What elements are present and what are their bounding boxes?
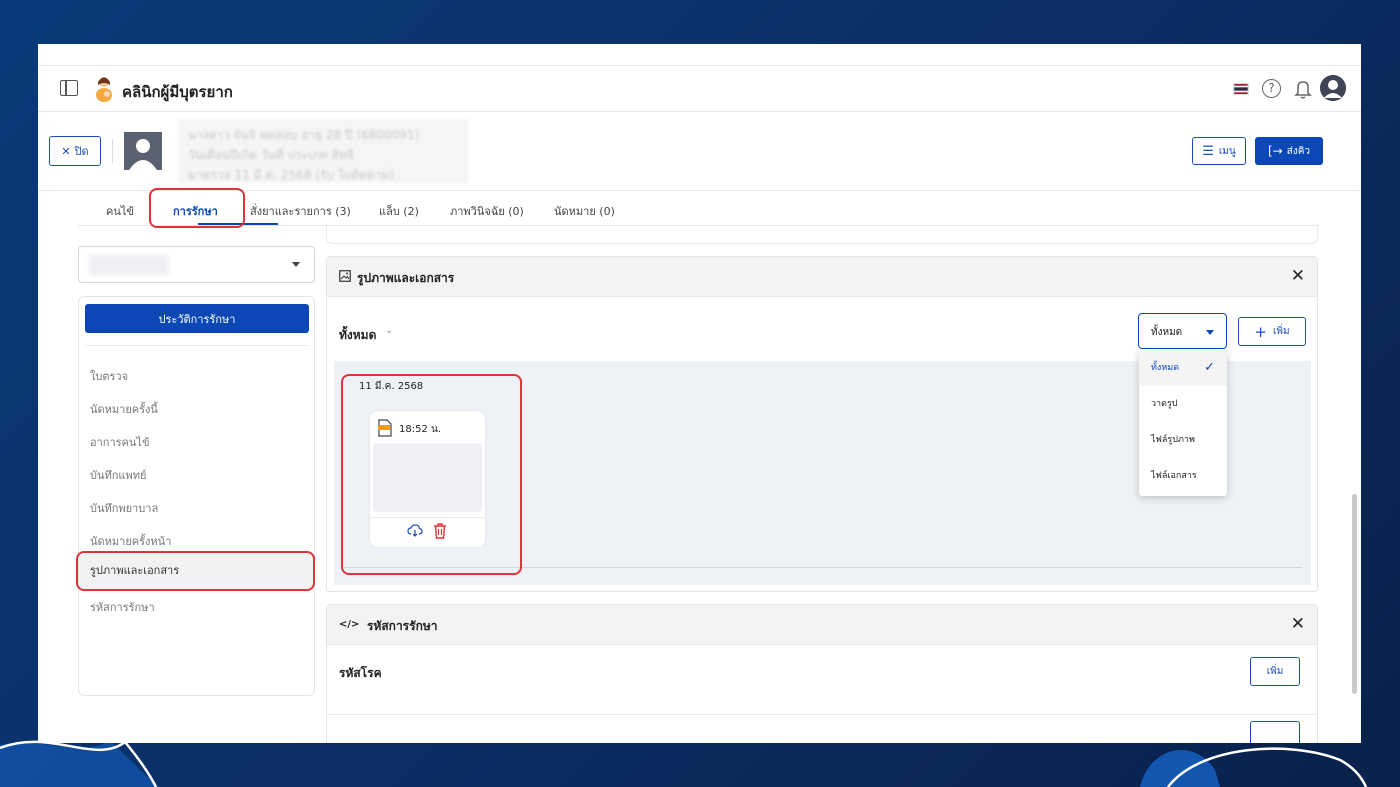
page-scrollbar[interactable] xyxy=(1352,494,1357,694)
top-band xyxy=(38,44,1361,66)
send-queue-label: ส่งคิว xyxy=(1286,145,1311,157)
sidebar-toggle-icon[interactable] xyxy=(60,80,78,96)
close-icon: ✕ xyxy=(61,144,71,158)
section-next-appointment[interactable]: นัดหมายครั้งหน้า xyxy=(90,532,171,550)
filter-label[interactable]: ทั้งหมด xyxy=(339,326,376,345)
tab-lab[interactable]: แล็บ (2) xyxy=(379,202,419,220)
section-symptoms[interactable]: อาการคนไข้ xyxy=(90,433,149,451)
patient-info-blurred: นางสาว จันจิ พดสอบ อายุ 28 ปี (6800091) … xyxy=(178,119,468,183)
tab-bar: คนไข้ การรักษา สั่งยาและรายการ (3) แล็บ … xyxy=(78,192,1318,226)
user-avatar[interactable] xyxy=(1320,75,1346,101)
close-icon[interactable]: ✕ xyxy=(1291,266,1305,286)
section-exam-sheet[interactable]: ใบตรวจ xyxy=(90,367,128,385)
divider xyxy=(85,345,309,346)
patient-visit-line: มาตรวจ 11 มี.ค. 2568 (รับ ใบติดตาม) xyxy=(188,168,395,182)
app-window: คลินิกผู้มีบุตรยาก ? ✕ ปิด นางสาว จันจิ … xyxy=(38,44,1361,743)
patient-name-line: นางสาว จันจิ พดสอบ อายุ 28 ปี (6800091) xyxy=(188,128,420,142)
treatment-history-button[interactable]: ประวัติการรักษา xyxy=(85,304,309,333)
thai-flag-icon[interactable] xyxy=(1233,83,1249,95)
bell-icon[interactable] xyxy=(1294,79,1312,99)
highlight-images-section xyxy=(76,551,315,591)
divider xyxy=(327,714,1317,715)
treatment-codes-panel: </> รหัสการรักษา ✕ รหัสโรค เพิ่ม xyxy=(326,604,1318,743)
tab-appointments[interactable]: นัดหมาย (0) xyxy=(554,202,615,220)
highlight-treatment-tab xyxy=(149,188,245,228)
tab-patient[interactable]: คนไข้ xyxy=(106,202,134,220)
highlight-file-card xyxy=(341,374,522,575)
add-file-label: เพิ่ม xyxy=(1272,326,1290,337)
dropdown-option-drawing[interactable]: วาดรูป xyxy=(1139,386,1227,422)
file-type-select[interactable]: ทั้งหมด xyxy=(1138,313,1227,349)
divider xyxy=(112,139,113,163)
file-type-dropdown: ทั้งหมด ✓ วาดรูป ไฟล์รูปภาพ ไฟล์เอกสาร xyxy=(1139,350,1227,496)
chevron-down-icon[interactable]: ⌄ xyxy=(385,325,393,336)
top-bar: คลินิกผู้มีบุตรยาก ? xyxy=(38,66,1361,112)
clinic-logo-icon xyxy=(96,77,112,102)
close-button[interactable]: ✕ ปิด xyxy=(49,136,101,166)
images-panel-header: รูปภาพและเอกสาร ✕ xyxy=(327,257,1317,297)
dropdown-option-all[interactable]: ทั้งหมด ✓ xyxy=(1139,350,1227,386)
section-doctor-notes[interactable]: บันทึกแพทย์ xyxy=(90,466,146,484)
send-queue-button[interactable]: [→ ส่งคิว xyxy=(1255,137,1323,165)
plus-icon: + xyxy=(1254,322,1267,341)
codes-panel-title: รหัสการรักษา xyxy=(367,619,438,633)
app-title: คลินิกผู้มีบุตรยาก xyxy=(122,83,233,101)
add-procedure-code-button[interactable] xyxy=(1250,721,1300,743)
patient-bar: ✕ ปิด นางสาว จันจิ พดสอบ อายุ 28 ปี (680… xyxy=(38,113,1361,191)
section-current-appointment[interactable]: นัดหมายครั้งนี้ xyxy=(90,400,158,418)
add-file-button[interactable]: + เพิ่ม xyxy=(1238,317,1306,346)
check-icon: ✓ xyxy=(1204,360,1215,375)
treatment-sections-card: ประวัติการรักษา ใบตรวจ นัดหมายครั้งนี้ อ… xyxy=(78,296,315,696)
menu-button-label: เมนู xyxy=(1218,145,1236,157)
tab-orders[interactable]: สั่งยาและรายการ (3) xyxy=(250,202,351,220)
disease-code-label: รหัสโรค xyxy=(339,666,382,680)
logout-arrow-icon: [→ xyxy=(1267,144,1283,158)
tab-imaging[interactable]: ภาพวินิจฉัย (0) xyxy=(450,202,524,220)
patient-photo xyxy=(124,132,162,170)
patient-detail-line: วันเดือนปีเกิด วันที่ ประเภท สิทธิ xyxy=(188,148,355,162)
caret-down-icon xyxy=(1206,330,1214,335)
section-nurse-notes[interactable]: บันทึกพยาบาล xyxy=(90,499,158,517)
dropdown-option-label: ทั้งหมด xyxy=(1151,363,1180,373)
previous-panel-edge xyxy=(326,224,1318,244)
caret-down-icon xyxy=(292,262,300,267)
menu-button[interactable]: ☰ เมนู xyxy=(1192,137,1246,165)
images-panel-title: รูปภาพและเอกสาร xyxy=(357,271,455,285)
close-icon[interactable]: ✕ xyxy=(1291,614,1305,634)
add-disease-code-button[interactable]: เพิ่ม xyxy=(1250,657,1300,686)
dropdown-option-image-file[interactable]: ไฟล์รูปภาพ xyxy=(1139,422,1227,458)
section-treatment-codes[interactable]: รหัสการรักษา xyxy=(90,598,155,616)
visit-select-blurred-value xyxy=(89,255,169,275)
visit-select[interactable] xyxy=(78,246,315,283)
help-icon[interactable]: ? xyxy=(1262,79,1281,98)
codes-panel-header: </> รหัสการรักษา ✕ xyxy=(327,605,1317,645)
code-icon: </> xyxy=(339,619,360,630)
dropdown-option-document-file[interactable]: ไฟล์เอกสาร xyxy=(1139,458,1227,494)
hamburger-icon: ☰ xyxy=(1202,143,1214,159)
file-type-select-value: ทั้งหมด xyxy=(1151,327,1183,338)
close-button-label: ปิด xyxy=(74,145,89,158)
image-icon xyxy=(339,270,351,282)
